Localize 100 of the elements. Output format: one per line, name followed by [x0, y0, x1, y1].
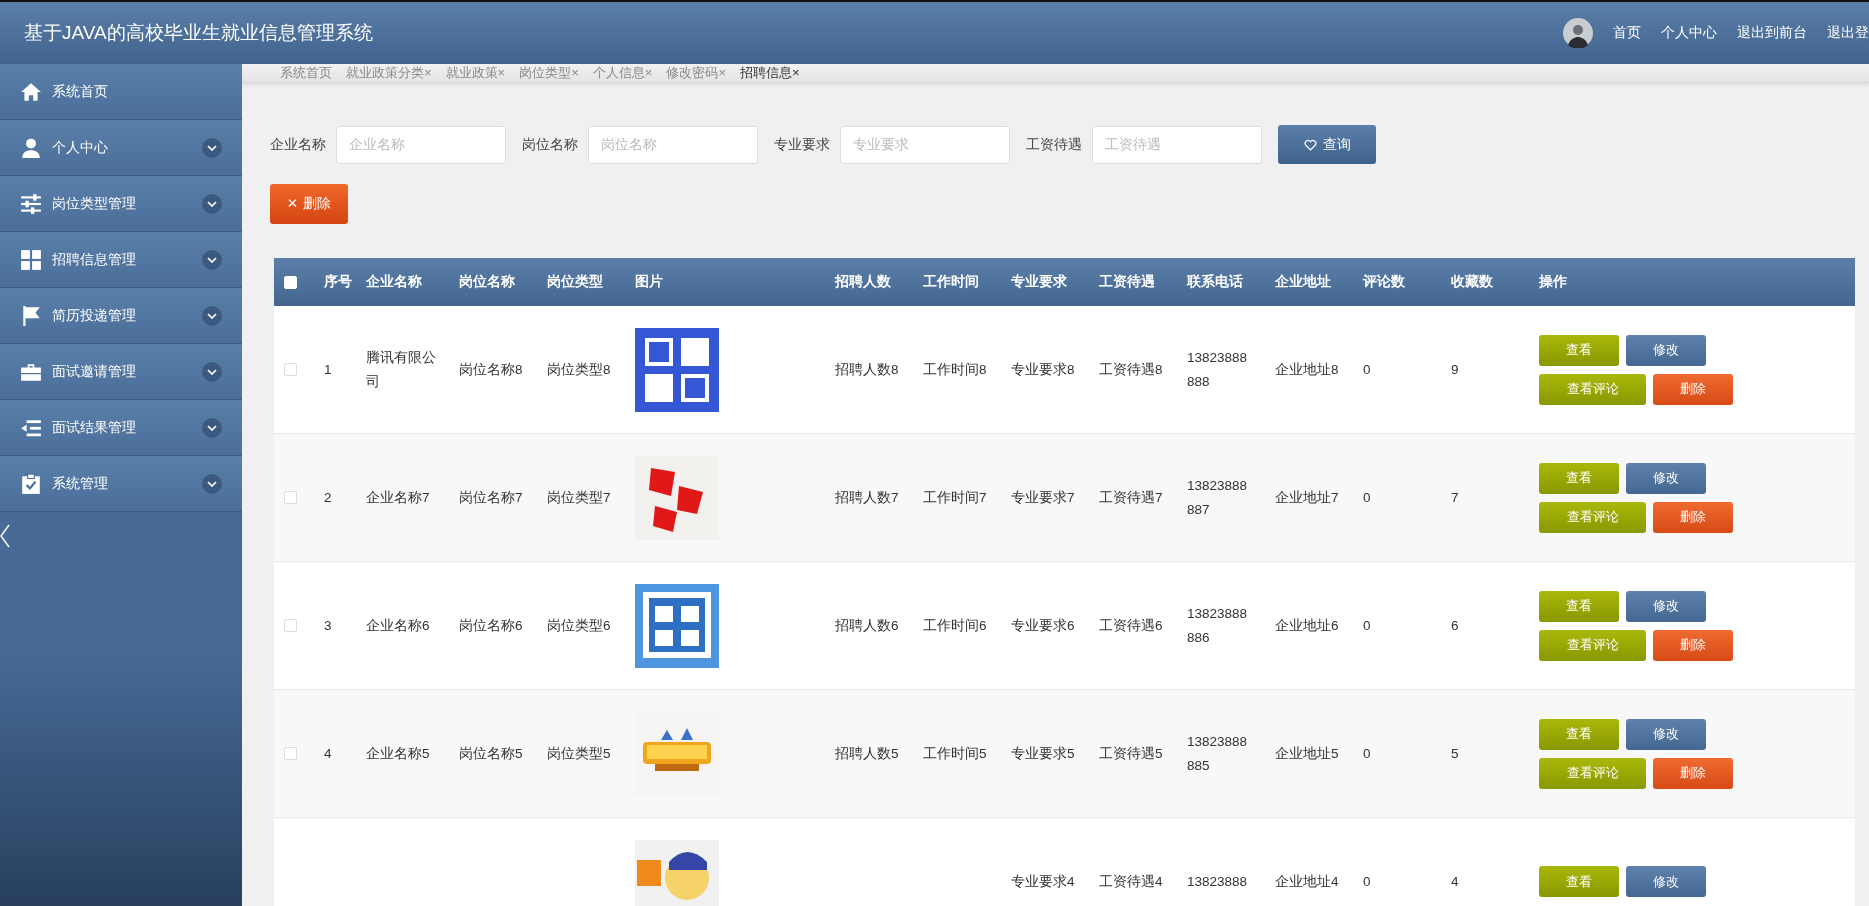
tab[interactable]: 就业政策× — [445, 64, 506, 82]
view-button[interactable]: 查看 — [1539, 334, 1619, 366]
chevron-down-icon — [202, 473, 222, 494]
sidebar-item[interactable]: 面试邀请管理 — [0, 344, 242, 400]
sidebar-item[interactable]: 个人中心 — [0, 120, 242, 176]
table-cell-text: 招聘人数5 — [835, 744, 899, 763]
table-cell-text: 0 — [1363, 488, 1371, 507]
table-cell-text: 工资待遇8 — [1099, 360, 1163, 379]
view-button[interactable]: 查看 — [1539, 718, 1619, 750]
comments-button[interactable]: 查看评论 — [1539, 629, 1646, 661]
search-button[interactable]: 查询 — [1278, 125, 1376, 164]
comments-button[interactable]: 查看评论 — [1539, 501, 1646, 533]
row-checkbox[interactable] — [284, 363, 297, 376]
table-cell-text: 企业地址5 — [1275, 744, 1339, 763]
delete-button[interactable]: 删除 — [1653, 757, 1733, 789]
table-cell-text: 工作时间8 — [923, 360, 987, 379]
column-header: 评论数 — [1363, 273, 1405, 291]
table-cell-text: 13823888886 — [1187, 604, 1249, 647]
clipboard-icon — [20, 472, 42, 495]
select-all-checkbox[interactable] — [284, 275, 297, 289]
row-checkbox[interactable] — [284, 491, 297, 504]
tab[interactable]: 岗位类型× — [519, 64, 579, 82]
table-cell-text: 专业要求8 — [1011, 360, 1075, 379]
column-header: 企业名称 — [366, 273, 422, 291]
chevron-down-icon — [202, 137, 222, 158]
tab[interactable]: 系统首页 — [280, 64, 332, 82]
search-field[interactable]: 岗位名称 — [588, 125, 758, 164]
table-cell-text: 企业地址4 — [1275, 872, 1339, 891]
nav-link[interactable]: 退出到前台 — [1737, 24, 1807, 42]
delete-button[interactable]: 删除 — [1653, 373, 1733, 405]
table-cell-text: 0 — [1363, 872, 1371, 891]
table-cell-text: 1 — [324, 360, 332, 379]
edit-button[interactable]: 修改 — [1626, 334, 1706, 366]
sidebar-item[interactable]: 系统首页 — [0, 64, 242, 120]
column-header: 联系电话 — [1187, 273, 1243, 291]
chevron-down-icon — [202, 249, 222, 270]
table-cell-text: 4 — [324, 744, 332, 763]
table-cell-text: 工资待遇5 — [1099, 744, 1163, 763]
edit-button[interactable]: 修改 — [1626, 718, 1706, 750]
avatar-icon[interactable] — [1563, 18, 1593, 48]
delete-button[interactable]: ✕ 删除 — [270, 184, 348, 224]
table-cell: 5 — [1451, 745, 1459, 761]
chevron-down-icon — [202, 193, 222, 214]
tab[interactable]: 修改密码× — [666, 64, 726, 82]
field-label: 专业要求 — [774, 135, 830, 154]
search-field[interactable]: 专业要求 — [840, 125, 1010, 164]
sidebar-item[interactable]: 系统管理 — [0, 456, 242, 512]
table-cell-text: 企业名称5 — [366, 744, 431, 763]
sidebar-item[interactable]: 简历投递管理 — [0, 288, 242, 344]
delete-button[interactable]: 删除 — [1653, 501, 1733, 533]
field-label: 岗位名称 — [522, 135, 578, 154]
tab[interactable]: 就业政策分类× — [346, 64, 432, 82]
table-cell-text: 企业名称7 — [366, 488, 431, 507]
comments-button[interactable]: 查看评论 — [1539, 757, 1646, 789]
search-field[interactable]: 工资待遇 — [1092, 125, 1262, 164]
table-cell-text: 企业地址7 — [1275, 488, 1339, 507]
table-cell-text: 13823888885 — [1187, 732, 1249, 775]
table-cell: 7 — [1451, 489, 1459, 505]
sidebar-label: 系统管理 — [52, 474, 109, 493]
flag-icon — [20, 304, 42, 327]
table-cell-text: 腾讯有限公司 — [366, 348, 437, 391]
edit-button[interactable]: 修改 — [1626, 590, 1706, 622]
sidebar-item[interactable]: 招聘信息管理 — [0, 232, 242, 288]
nav-link[interactable]: 退出登 — [1827, 24, 1869, 42]
nav-link[interactable]: 个人中心 — [1661, 24, 1717, 42]
table-cell-text: 0 — [1363, 744, 1371, 763]
table-cell-text: 岗位名称8 — [459, 360, 523, 379]
sidebar-label: 招聘信息管理 — [52, 250, 137, 269]
row-checkbox[interactable] — [284, 747, 297, 760]
table-cell-text: 岗位类型8 — [547, 360, 611, 379]
user-icon — [20, 136, 42, 159]
table-cell-text: 岗位类型7 — [547, 488, 611, 507]
nav-link[interactable]: 首页 — [1613, 24, 1641, 42]
column-header: 工资待遇 — [1099, 273, 1155, 291]
view-button[interactable]: 查看 — [1539, 866, 1619, 897]
chevron-down-icon — [202, 361, 222, 382]
edit-button[interactable]: 修改 — [1626, 462, 1706, 494]
table-cell-text: 3 — [324, 616, 332, 635]
view-button[interactable]: 查看 — [1539, 590, 1619, 622]
sidebar-label: 面试结果管理 — [52, 418, 137, 437]
comments-button[interactable]: 查看评论 — [1539, 373, 1646, 405]
column-header: 岗位名称 — [459, 273, 515, 291]
sidebar-item[interactable]: 岗位类型管理 — [0, 176, 242, 232]
edit-button[interactable]: 修改 — [1626, 866, 1706, 897]
table-cell-text: 岗位类型6 — [547, 616, 611, 635]
column-header: 招聘人数 — [835, 273, 891, 291]
sidebar-item[interactable]: 面试结果管理 — [0, 400, 242, 456]
tab[interactable]: 招聘信息× — [739, 64, 800, 82]
row-checkbox[interactable] — [284, 619, 297, 632]
table-cell-text: 0 — [1363, 616, 1371, 635]
view-button[interactable]: 查看 — [1539, 462, 1619, 494]
column-header: 专业要求 — [1011, 273, 1067, 291]
tab[interactable]: 个人信息× — [592, 64, 653, 82]
delete-button[interactable]: 删除 — [1653, 629, 1733, 661]
table-cell: 4 — [1451, 873, 1459, 889]
search-field[interactable]: 企业名称 — [336, 125, 506, 164]
table-cell-text: 岗位名称5 — [459, 744, 523, 763]
grid-icon — [20, 248, 42, 271]
table-cell-text: 企业地址8 — [1275, 360, 1339, 379]
table-cell-text: 13823888887 — [1187, 476, 1249, 519]
